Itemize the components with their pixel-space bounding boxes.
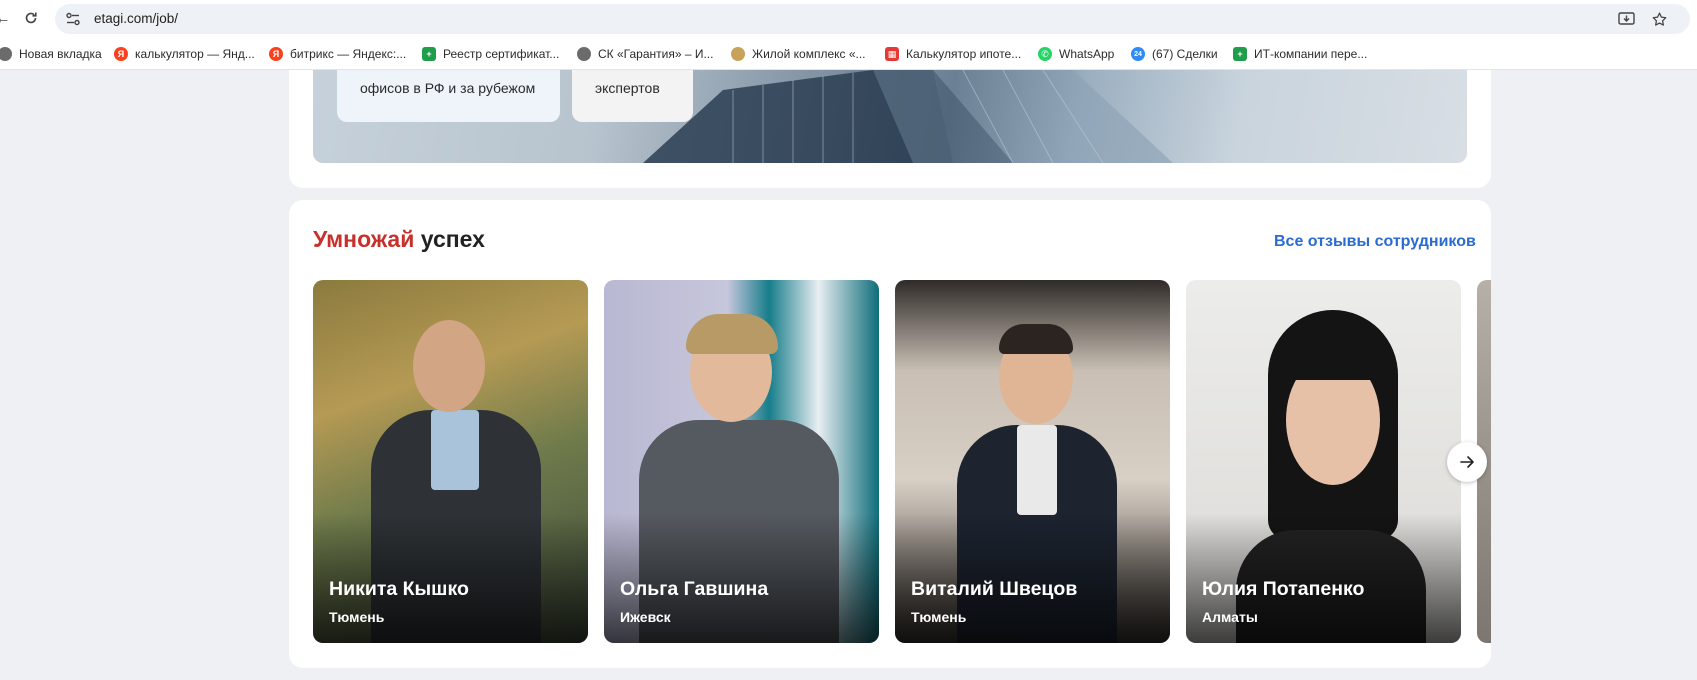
sheets-icon: + xyxy=(1233,47,1247,61)
bookmark-label: Реестр сертификат... xyxy=(443,47,560,61)
bookmark-label: калькулятор — Янд... xyxy=(135,47,255,61)
arrow-right-icon xyxy=(1460,456,1474,468)
employee-city: Тюмень xyxy=(911,609,967,625)
employee-card[interactable]: Юлия Потапенко Алматы xyxy=(1186,280,1461,643)
bookmark-label: Жилой комплекс «... xyxy=(752,47,866,61)
back-icon[interactable]: ← xyxy=(0,7,14,29)
bookmark-item[interactable]: СК «Гарантия» – И... xyxy=(577,46,713,62)
face-shape xyxy=(413,320,485,412)
employee-city: Ижевск xyxy=(620,609,671,625)
hair-shape xyxy=(686,314,778,354)
bookmark-item[interactable]: Новая вкладка xyxy=(0,46,102,62)
section-title: Умножай успех xyxy=(313,226,485,253)
employee-city: Тюмень xyxy=(329,609,385,625)
sheets-icon: + xyxy=(422,47,436,61)
bookmark-item[interactable]: 24 (67) Сделки xyxy=(1131,46,1218,62)
shirt-shape xyxy=(1017,425,1057,515)
bookmark-label: ИТ-компании пере... xyxy=(1254,47,1368,61)
bitrix24-icon: 24 xyxy=(1131,47,1145,61)
all-reviews-link[interactable]: Все отзывы сотрудников xyxy=(1274,233,1476,251)
bookmark-label: Новая вкладка xyxy=(19,47,102,61)
employee-name: Виталий Швецов xyxy=(911,578,1078,600)
experts-stat: экспертов xyxy=(572,70,693,122)
bookmark-label: (67) Сделки xyxy=(1152,47,1218,61)
bookmark-item[interactable]: ✆ WhatsApp xyxy=(1038,46,1114,62)
reload-icon[interactable] xyxy=(20,7,42,29)
site-settings-icon[interactable] xyxy=(64,10,82,28)
section-title-accent: Умножай xyxy=(313,226,415,252)
globe-icon xyxy=(577,47,591,61)
address-bar[interactable]: etagi.com/job/ xyxy=(55,4,1690,34)
bookmark-label: СК «Гарантия» – И... xyxy=(598,47,714,61)
shirt-shape xyxy=(431,410,479,490)
employee-card[interactable]: Виталий Швецов Тюмень xyxy=(895,280,1170,643)
calculator-icon: ▦ xyxy=(885,47,899,61)
bookmark-label: битрикс — Яндекс:... xyxy=(290,47,407,61)
complex-icon xyxy=(731,47,745,61)
bookmark-item[interactable]: + Реестр сертификат... xyxy=(422,46,559,62)
bookmarks-bar: Новая вкладка Я калькулятор — Янд... Я б… xyxy=(0,38,1697,70)
browser-toolbar: ← etagi.com/job/ xyxy=(0,0,1697,38)
bookmark-item[interactable]: Я битрикс — Яндекс:... xyxy=(269,46,406,62)
bookmark-label: Калькулятор ипоте... xyxy=(906,47,1022,61)
employee-card[interactable]: Никита Кышко Тюмень xyxy=(313,280,588,643)
section-title-rest: успех xyxy=(420,226,485,252)
employee-name: Юлия Потапенко xyxy=(1202,578,1365,600)
employee-name: Ольга Гавшина xyxy=(620,578,769,600)
bookmark-label: WhatsApp xyxy=(1059,47,1115,61)
hair-shape xyxy=(999,324,1073,354)
install-app-icon[interactable] xyxy=(1616,10,1636,28)
employee-city: Алматы xyxy=(1202,609,1258,625)
carousel-next-button[interactable] xyxy=(1447,442,1487,482)
bangs-shape xyxy=(1282,340,1384,380)
url-text[interactable]: etagi.com/job/ xyxy=(94,11,178,26)
experts-stat-text: экспертов xyxy=(595,80,660,96)
yandex-icon: Я xyxy=(114,47,128,61)
offices-stat: офисов в РФ и за рубежом xyxy=(337,70,560,122)
bookmark-item[interactable]: Жилой комплекс «... xyxy=(731,46,866,62)
offices-stat-text: офисов в РФ и за рубежом xyxy=(360,80,536,96)
employee-name: Никита Кышко xyxy=(329,578,469,600)
bookmark-star-icon[interactable] xyxy=(1649,10,1669,28)
yandex-icon: Я xyxy=(269,47,283,61)
bookmark-item[interactable]: + ИТ-компании пере... xyxy=(1233,46,1367,62)
employee-card[interactable]: Ольга Гавшина Ижевск xyxy=(604,280,879,643)
bookmark-item[interactable]: Я калькулятор — Янд... xyxy=(114,46,255,62)
whatsapp-icon: ✆ xyxy=(1038,47,1052,61)
globe-icon xyxy=(0,47,12,61)
bookmark-item[interactable]: ▦ Калькулятор ипоте... xyxy=(885,46,1021,62)
